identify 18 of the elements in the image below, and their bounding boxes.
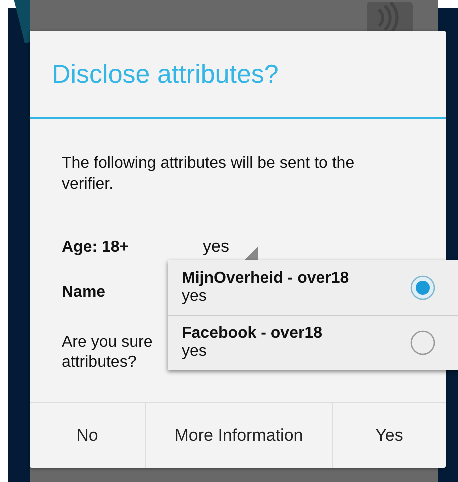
dialog-title: Disclose attributes?	[52, 58, 279, 90]
option-title: Facebook - over18	[182, 325, 324, 343]
option-title: MijnOverheid - over18	[182, 270, 350, 288]
attribute-label: Age: 18+	[62, 238, 130, 256]
dropdown-option[interactable]: Facebook - over18 yes	[168, 315, 458, 370]
spinner-corner-icon	[244, 246, 258, 260]
dialog-button[interactable]: No	[30, 403, 145, 468]
option-value: yes	[182, 288, 208, 306]
question-text: attributes?	[62, 353, 137, 373]
dialog-button[interactable]: More Information	[145, 403, 332, 468]
radio-button[interactable]	[410, 274, 436, 300]
option-value: yes	[182, 343, 208, 361]
message-text: The following attributes will be sent to the verifier.	[62, 154, 356, 195]
question-text: Are you sure	[62, 333, 153, 353]
dropdown-option[interactable]: MijnOverheid - over18 yes	[168, 260, 458, 315]
dialog-button[interactable]: Yes	[332, 403, 446, 468]
radio-button[interactable]	[410, 330, 436, 356]
attribute-label: Name	[62, 284, 107, 302]
